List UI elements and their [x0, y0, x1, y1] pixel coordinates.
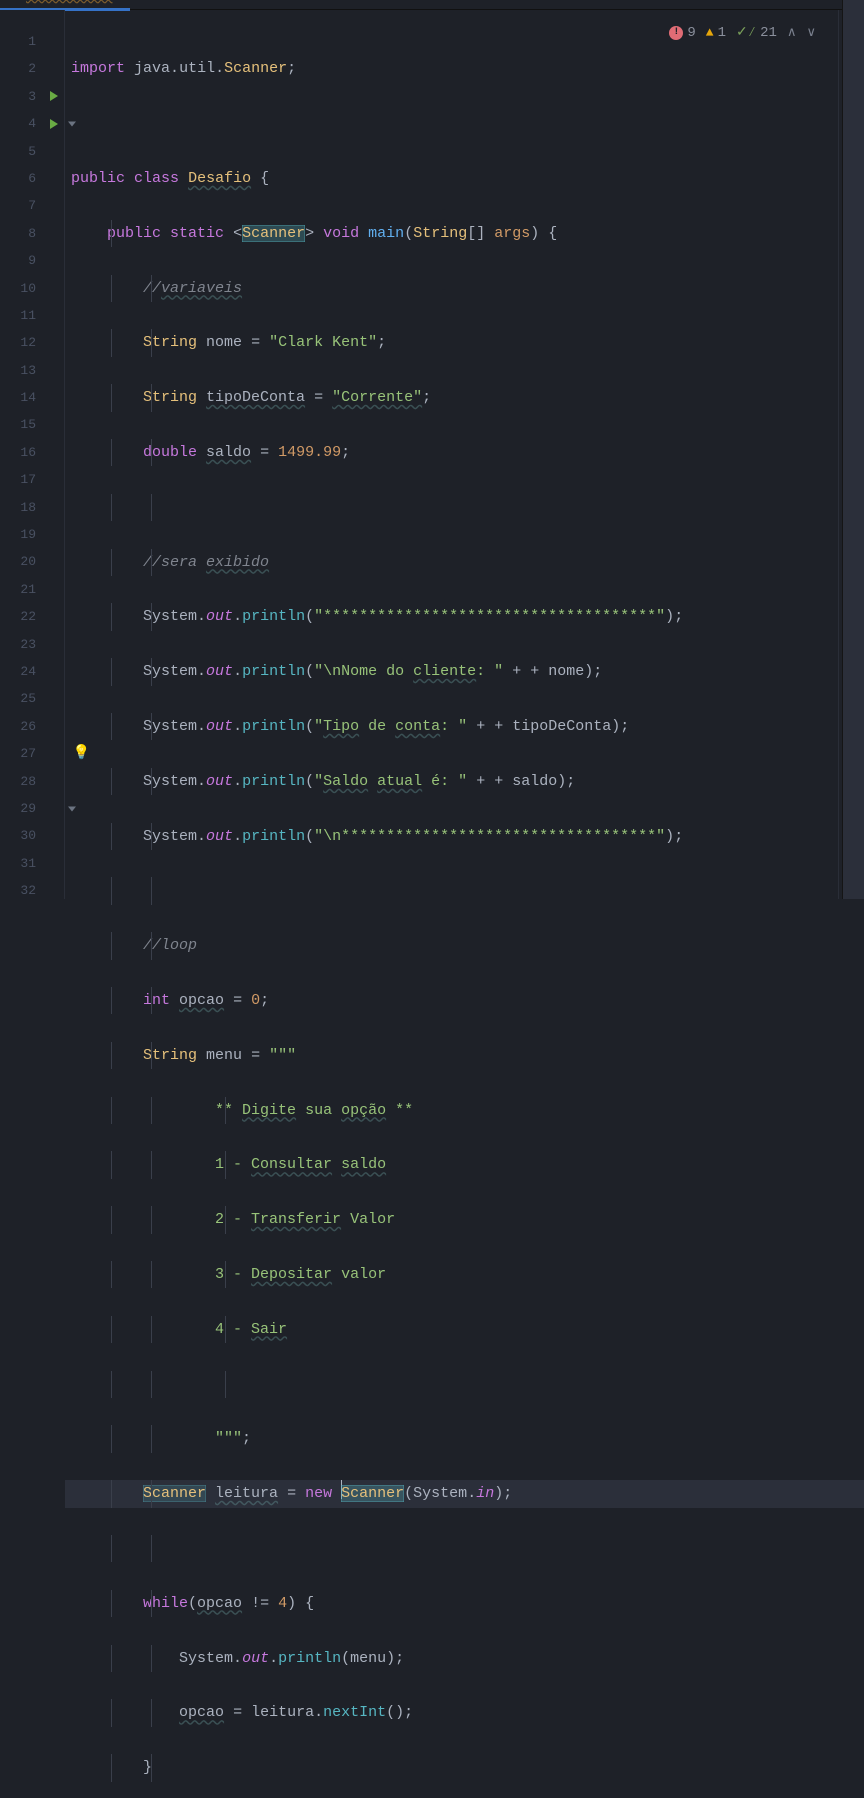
- code-line[interactable]: while(opcao != 4) {: [65, 1590, 864, 1617]
- gutter-line: 18: [0, 494, 64, 521]
- code-line[interactable]: [65, 1371, 864, 1398]
- code-line[interactable]: int opcao = 0;: [65, 987, 864, 1014]
- gutter-line: 25: [0, 685, 64, 712]
- gutter-line: 21: [0, 576, 64, 603]
- gutter-line: 12: [0, 329, 64, 356]
- code-line[interactable]: [65, 110, 864, 137]
- editor: 1 2 3 4 5 6 7 8 9 10 11 12 13 14 15 16 1…: [0, 10, 864, 899]
- gutter-line: 11: [0, 302, 64, 329]
- gutter-line: 32: [0, 877, 64, 904]
- code-line[interactable]: }: [65, 1754, 864, 1781]
- code-line[interactable]: 4 - Sair: [65, 1316, 864, 1343]
- right-toolbar[interactable]: [842, 0, 864, 899]
- gutter-line: 24: [0, 658, 64, 685]
- code-line[interactable]: String tipoDeConta = "Corrente";: [65, 384, 864, 411]
- error-badge[interactable]: !9: [669, 25, 695, 41]
- hint-badge[interactable]: ✓⁄21: [736, 24, 777, 41]
- tab-bar: Desafio.java: [0, 0, 864, 10]
- code-line[interactable]: 1 - Consultar saldo: [65, 1151, 864, 1178]
- gutter-line: 16: [0, 439, 64, 466]
- gutter-line: 10: [0, 275, 64, 302]
- warning-count: 1: [718, 25, 726, 41]
- gutter-line: 22: [0, 603, 64, 630]
- gutter-line: 19: [0, 521, 64, 548]
- code-line[interactable]: ** Digite sua opção **: [65, 1097, 864, 1124]
- problems-summary: !9 ▲1 ✓⁄21 ∧ ∨: [669, 24, 816, 41]
- code-line[interactable]: System.out.println("Saldo atual é: " + +…: [65, 768, 864, 795]
- code-line[interactable]: """;: [65, 1425, 864, 1452]
- line-gutter: 1 2 3 4 5 6 7 8 9 10 11 12 13 14 15 16 1…: [0, 10, 64, 899]
- gutter-line: 4: [0, 110, 64, 137]
- error-icon: !: [669, 26, 683, 40]
- gutter-line: 9: [0, 247, 64, 274]
- gutter-line: 8: [0, 220, 64, 247]
- code-line[interactable]: [65, 494, 864, 521]
- code-editor[interactable]: import java.util.Scanner; public class D…: [64, 10, 864, 899]
- gutter-line: 14: [0, 384, 64, 411]
- code-line[interactable]: public static <Scanner> void main(String…: [65, 220, 864, 247]
- code-line[interactable]: //loop: [65, 932, 864, 959]
- gutter-line: 20: [0, 548, 64, 575]
- code-line[interactable]: Scanner leitura = new Scanner(System.in)…: [65, 1480, 864, 1507]
- code-line[interactable]: 2 - Transferir Valor: [65, 1206, 864, 1233]
- gutter-line: 1: [0, 28, 64, 55]
- gutter-line: 26: [0, 713, 64, 740]
- error-count: 9: [687, 25, 695, 41]
- run-icon[interactable]: [50, 91, 58, 101]
- code-line[interactable]: import java.util.Scanner;: [65, 55, 864, 82]
- gutter-line: 30: [0, 822, 64, 849]
- gutter-line: 27💡: [0, 740, 64, 767]
- code-line[interactable]: System.out.println("\nNome do cliente: "…: [65, 658, 864, 685]
- code-line[interactable]: System.out.println("********************…: [65, 603, 864, 630]
- gutter-line: 3: [0, 83, 64, 110]
- code-line[interactable]: String menu = """: [65, 1042, 864, 1069]
- gutter-line: 31: [0, 850, 64, 877]
- code-line[interactable]: double saldo = 1499.99;: [65, 439, 864, 466]
- code-line[interactable]: [65, 1535, 864, 1562]
- hint-count: 21: [760, 25, 777, 41]
- warning-badge[interactable]: ▲1: [706, 25, 726, 41]
- gutter-line: 2: [0, 55, 64, 82]
- gutter-line: 6: [0, 165, 64, 192]
- code-line[interactable]: System.out.println("\n******************…: [65, 823, 864, 850]
- gutter-line: 17: [0, 466, 64, 493]
- gutter-line: 5: [0, 138, 64, 165]
- warning-icon: ▲: [706, 25, 714, 40]
- code-line[interactable]: 3 - Depositar valor: [65, 1261, 864, 1288]
- code-line[interactable]: //sera exibido: [65, 549, 864, 576]
- run-icon[interactable]: [50, 119, 58, 129]
- prev-problem-button[interactable]: ∧: [787, 25, 797, 40]
- gutter-line: 13: [0, 357, 64, 384]
- code-line[interactable]: String nome = "Clark Kent";: [65, 329, 864, 356]
- code-line[interactable]: //variaveis: [65, 275, 864, 302]
- code-line[interactable]: System.out.println("Tipo de conta: " + +…: [65, 713, 864, 740]
- gutter-line: 15: [0, 411, 64, 438]
- hint-icon: ✓⁄: [736, 24, 756, 41]
- code-line[interactable]: [65, 877, 864, 904]
- gutter-line: 29: [0, 795, 64, 822]
- gutter-line: 28: [0, 768, 64, 795]
- gutter-line: 7: [0, 192, 64, 219]
- code-line[interactable]: public class Desafio {: [65, 165, 864, 192]
- next-problem-button[interactable]: ∨: [806, 25, 816, 40]
- code-line[interactable]: System.out.println(menu);: [65, 1645, 864, 1672]
- code-line[interactable]: opcao = leitura.nextInt();: [65, 1699, 864, 1726]
- gutter-line: 23: [0, 631, 64, 658]
